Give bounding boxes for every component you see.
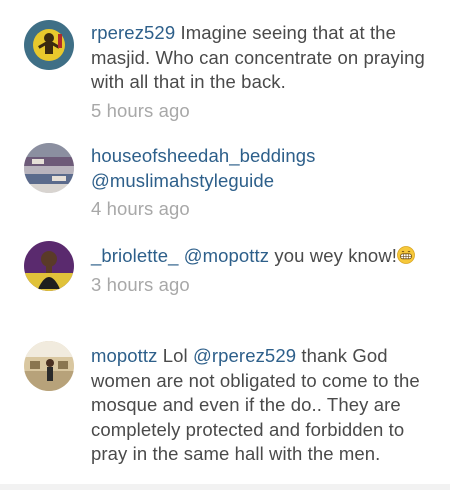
avatar[interactable] [24, 143, 74, 193]
avatar[interactable] [24, 241, 74, 291]
comment-username[interactable]: mopottz [91, 345, 158, 366]
comment-username[interactable]: rperez529 [91, 22, 175, 43]
comment-mention[interactable]: @muslimahstyleguide [91, 170, 274, 191]
comment-mention[interactable]: @mopottz [184, 245, 269, 266]
comment-timestamp: 5 hours ago [91, 99, 190, 121]
grinning-face-emoji-icon [397, 246, 415, 264]
comment-text: Lol [162, 345, 188, 366]
avatar[interactable] [24, 341, 74, 391]
comment-timestamp: 4 hours ago [91, 198, 190, 220]
avatar[interactable] [24, 20, 74, 70]
comment-text: you wey know! [274, 245, 398, 266]
comment-username[interactable]: houseofsheedah_beddings [91, 145, 316, 166]
comment-mention[interactable]: @rperez529 [193, 345, 296, 366]
divider [0, 484, 450, 490]
comment-username[interactable]: _briolette_ [91, 245, 179, 266]
comment-timestamp: 3 hours ago [91, 273, 190, 295]
